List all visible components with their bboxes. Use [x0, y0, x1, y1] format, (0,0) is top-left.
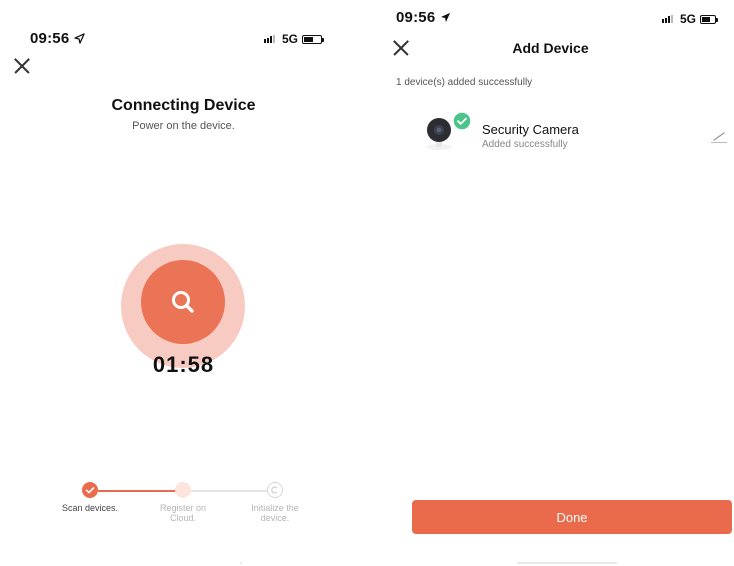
step-1-check-icon: [82, 482, 98, 498]
network-type: 5G: [282, 32, 299, 46]
step-1-label-text: Scan devices.: [61, 503, 119, 513]
network-type: 5G: [680, 12, 697, 26]
page-title: Add Device: [512, 40, 589, 56]
scan-button: [141, 260, 225, 344]
step-connector-2: [190, 490, 274, 492]
done-button[interactable]: Done: [412, 500, 732, 534]
device-status: Added successfully: [482, 139, 568, 150]
step-2-label: Register on Cloud.: [148, 503, 218, 523]
home-indicator-left: [240, 562, 242, 564]
location-arrow-icon: [74, 33, 85, 44]
search-icon: [172, 291, 194, 313]
device-row[interactable]: Security Camera Added successfully: [396, 108, 731, 178]
step-3-label-text: Initialize the device.: [251, 503, 299, 523]
status-time-text: 09:56: [30, 30, 70, 47]
added-count-note: 1 device(s) added successfully: [396, 77, 533, 88]
edit-pencil-icon[interactable]: [710, 130, 728, 144]
add-device-screen: 09:56 5G Add Device 1 device(s) added su…: [367, 0, 734, 566]
status-time-right: 09:56: [396, 9, 451, 26]
page-subtitle: Power on the device.: [132, 120, 235, 132]
device-name: Security Camera: [482, 122, 579, 137]
home-indicator-right: [517, 562, 617, 564]
status-indicators-left: 5G: [264, 32, 325, 46]
connecting-device-screen: 09:56 5G Connecting Device Power on the …: [0, 0, 367, 566]
page-title: Connecting Device: [111, 97, 256, 114]
countdown-timer: 01:58: [152, 352, 215, 377]
battery-icon: [700, 14, 719, 24]
step-2-label-text: Register on Cloud.: [159, 503, 207, 523]
status-indicators-right: 5G: [662, 12, 719, 26]
battery-icon: [302, 34, 325, 44]
step-connector-1: [98, 490, 182, 492]
status-time-text: 09:56: [396, 9, 436, 26]
location-arrow-icon: [440, 12, 450, 23]
close-icon[interactable]: [13, 57, 31, 75]
step-3-label: Initialize the device.: [240, 503, 310, 523]
status-time-left: 09:56: [30, 30, 85, 47]
signal-icon: [264, 35, 278, 43]
step-3-pending-icon: [267, 482, 283, 498]
step-2-dot-icon: [175, 482, 191, 498]
check-badge-icon: [452, 111, 472, 131]
signal-icon: [662, 15, 676, 23]
step-1-label: Scan devices.: [55, 503, 125, 513]
